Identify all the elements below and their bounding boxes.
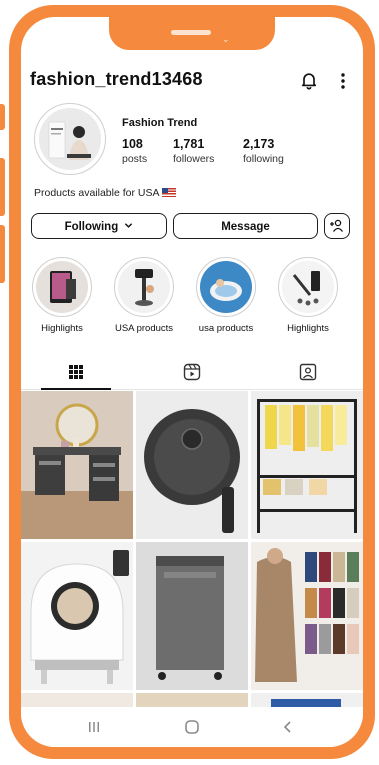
posts-count: 108	[122, 137, 143, 151]
post-thumbnail-clothing-rack[interactable]	[251, 391, 363, 539]
following-stat[interactable]: 2,173 following	[243, 137, 284, 165]
post-thumbnail-cat-litter-box[interactable]	[21, 542, 133, 690]
highlight-image	[282, 261, 334, 313]
recent-apps-icon	[89, 722, 99, 732]
avatar-image	[39, 108, 101, 170]
us-flag-icon	[162, 188, 177, 197]
tab-tagged[interactable]	[253, 355, 363, 389]
posts-label: posts	[122, 153, 148, 165]
highlight-image	[200, 261, 252, 313]
tab-posts-grid[interactable]	[21, 355, 131, 390]
username: fashion_trend13468	[30, 69, 203, 89]
bio: Products available for USA	[34, 187, 177, 199]
highlight-label: Highlights	[41, 323, 83, 334]
recent-apps-button[interactable]	[79, 717, 109, 737]
add-user-button[interactable]	[324, 213, 350, 239]
device-side-button	[0, 158, 5, 216]
screen: ⌄ fashion_trend13468 Fashion Trend 108 p…	[21, 17, 363, 747]
grid-icon	[69, 365, 83, 379]
highlight-label: USA products	[114, 323, 174, 334]
display-name: Fashion Trend	[122, 117, 198, 129]
following-label: following	[243, 153, 284, 165]
highlight-label: Highlights	[287, 323, 329, 334]
highlight-item[interactable]: usa products	[195, 257, 257, 334]
message-button[interactable]: Message	[173, 213, 318, 239]
message-button-label: Message	[221, 221, 270, 233]
device-side-button	[0, 225, 5, 283]
highlight-image	[118, 261, 170, 313]
highlight-item[interactable]: Highlights	[277, 257, 339, 334]
posts-grid	[21, 391, 363, 721]
device-side-button	[0, 104, 5, 130]
post-thumbnail-cardigan-sweaters[interactable]	[251, 542, 363, 690]
highlight-image	[36, 261, 88, 313]
following-button[interactable]: Following	[31, 213, 167, 239]
profile-tabs	[21, 355, 363, 390]
following-button-label: Following	[64, 221, 119, 233]
chevron-down-icon	[125, 223, 133, 228]
highlight-item[interactable]: Highlights	[31, 257, 93, 334]
post-thumbnail-laundry-hamper[interactable]	[136, 542, 248, 690]
posts-stat[interactable]: 108 posts	[122, 137, 147, 165]
reels-icon	[183, 363, 201, 381]
bio-text: Products available for USA	[34, 187, 160, 199]
more-options-icon[interactable]	[340, 72, 346, 90]
post-thumbnail-vanity-desk[interactable]	[21, 391, 133, 539]
followers-count: 1,781	[173, 137, 205, 151]
back-button[interactable]	[273, 717, 303, 737]
device-frame: ⌄ fashion_trend13468 Fashion Trend 108 p…	[9, 5, 375, 759]
profile-header: fashion_trend13468	[30, 69, 355, 93]
followers-label: followers	[173, 153, 215, 165]
highlight-label: usa products	[198, 323, 254, 334]
tab-reels[interactable]	[137, 355, 247, 389]
highlight-item[interactable]: USA products	[113, 257, 175, 334]
back-icon	[283, 721, 291, 733]
avatar[interactable]	[34, 103, 106, 175]
home-button[interactable]	[177, 717, 207, 737]
bell-icon[interactable]	[299, 70, 319, 90]
device-notch: ⌄	[109, 17, 275, 50]
post-thumbnail-robot-vacuum[interactable]	[136, 391, 248, 539]
tagged-icon	[299, 363, 317, 381]
add-user-icon	[330, 219, 344, 232]
following-count: 2,173	[243, 137, 275, 151]
followers-stat[interactable]: 1,781 followers	[173, 137, 214, 165]
system-navigation-bar	[21, 707, 363, 747]
home-icon	[185, 720, 199, 734]
